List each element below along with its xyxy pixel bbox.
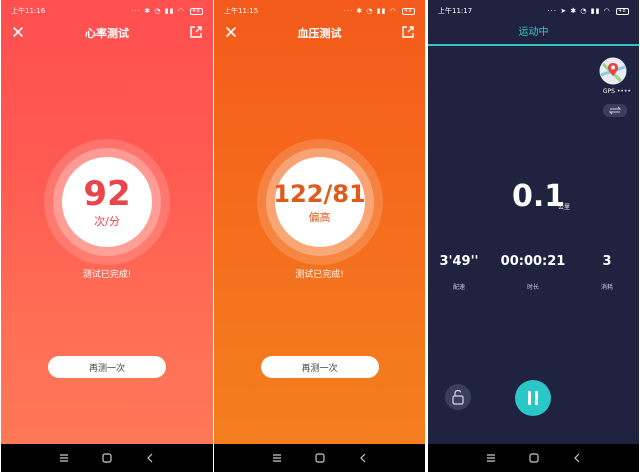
- nav-bar: [428, 444, 639, 472]
- status-bar: 上午11:15 ··· ✱ ◔ ▮▮ ◠ 48: [214, 0, 425, 22]
- nav-bar: [1, 444, 213, 472]
- map-pin-icon[interactable]: [599, 57, 627, 85]
- pace-stat: 3'49'' 配速: [434, 254, 484, 291]
- home-icon[interactable]: [100, 451, 114, 465]
- battery-icon: 48: [190, 7, 203, 15]
- result-ring: 92 次/分: [44, 139, 170, 265]
- unlock-button[interactable]: [445, 384, 471, 410]
- pause-icon: [528, 391, 538, 405]
- retry-button[interactable]: 再测一次: [260, 356, 379, 378]
- duration-value: 00:00:21: [500, 254, 566, 269]
- duration-label: 时长: [526, 284, 539, 291]
- status-time: 上午11:15: [224, 7, 259, 15]
- unlock-icon: [452, 389, 464, 405]
- distance-unit: 公里: [558, 204, 571, 211]
- home-icon[interactable]: [527, 451, 541, 465]
- result-ring: 122/81 偏高: [256, 139, 383, 265]
- heart-rate-value: 92: [83, 173, 131, 214]
- status-icons: ··· ➤ ✱ ◔ ▮▮ ◠ 48: [547, 0, 629, 22]
- share-icon[interactable]: [401, 25, 415, 39]
- status-bar: 上午11:17 ··· ➤ ✱ ◔ ▮▮ ◠ 48: [428, 0, 639, 22]
- top-bar: 心率测试: [1, 22, 213, 44]
- back-icon[interactable]: [143, 451, 157, 465]
- heart-rate-screen: 上午11:16 ··· ✱ ◔ ▮▮ ◠ 48 心率测试 92 次/分 测试已完…: [1, 0, 213, 472]
- completion-text: 测试已完成!: [295, 270, 344, 280]
- status-bar: 上午11:16 ··· ✱ ◔ ▮▮ ◠ 48: [1, 0, 213, 22]
- result-circle: 92 次/分: [62, 157, 152, 247]
- workout-screen: 上午11:17 ··· ➤ ✱ ◔ ▮▮ ◠ 48 运动中 GPS •••• 0…: [428, 0, 639, 472]
- share-icon[interactable]: [189, 25, 203, 39]
- menu-icon[interactable]: [484, 451, 498, 465]
- gps-signal-label: GPS ••••: [602, 88, 631, 95]
- blood-pressure-status: 偏高: [308, 210, 331, 224]
- calories-value: 3: [602, 254, 612, 269]
- blood-pressure-screen: 上午11:15 ··· ✱ ◔ ▮▮ ◠ 48 血压测试 122/81 偏高 测…: [214, 0, 425, 472]
- status-icons: ··· ✱ ◔ ▮▮ ◠ 48: [343, 0, 415, 22]
- duration-stat: 00:00:21 时长: [498, 254, 568, 291]
- pace-label: 配速: [452, 284, 465, 291]
- page-title: 心率测试: [85, 27, 129, 40]
- back-icon[interactable]: [570, 451, 584, 465]
- top-bar: 血压测试: [214, 22, 425, 44]
- result-circle: 122/81 偏高: [273, 157, 366, 247]
- battery-icon: 48: [616, 7, 629, 15]
- heart-rate-unit: 次/分: [94, 214, 120, 228]
- close-icon[interactable]: [224, 25, 238, 39]
- page-title: 血压测试: [297, 27, 342, 40]
- nav-bar: [214, 444, 425, 472]
- home-icon[interactable]: [313, 451, 327, 465]
- page-title: 运动中: [428, 22, 639, 46]
- blood-pressure-value: 122/81: [273, 179, 366, 208]
- swap-icon[interactable]: [603, 104, 627, 117]
- status-time: 上午11:16: [11, 7, 46, 15]
- pace-value: 3'49'': [439, 254, 479, 269]
- status-icons: ··· ✱ ◔ ▮▮ ◠ 48: [131, 0, 203, 22]
- menu-icon[interactable]: [57, 451, 71, 465]
- status-time: 上午11:17: [438, 7, 473, 15]
- pause-button[interactable]: [515, 380, 551, 416]
- battery-icon: 48: [402, 7, 415, 15]
- close-icon[interactable]: [11, 25, 25, 39]
- back-icon[interactable]: [356, 451, 370, 465]
- calories-label: 消耗: [600, 284, 613, 291]
- menu-icon[interactable]: [270, 451, 284, 465]
- retry-button[interactable]: 再测一次: [48, 356, 166, 378]
- completion-text: 测试已完成!: [82, 270, 132, 280]
- calories-stat: 3 消耗: [592, 254, 622, 291]
